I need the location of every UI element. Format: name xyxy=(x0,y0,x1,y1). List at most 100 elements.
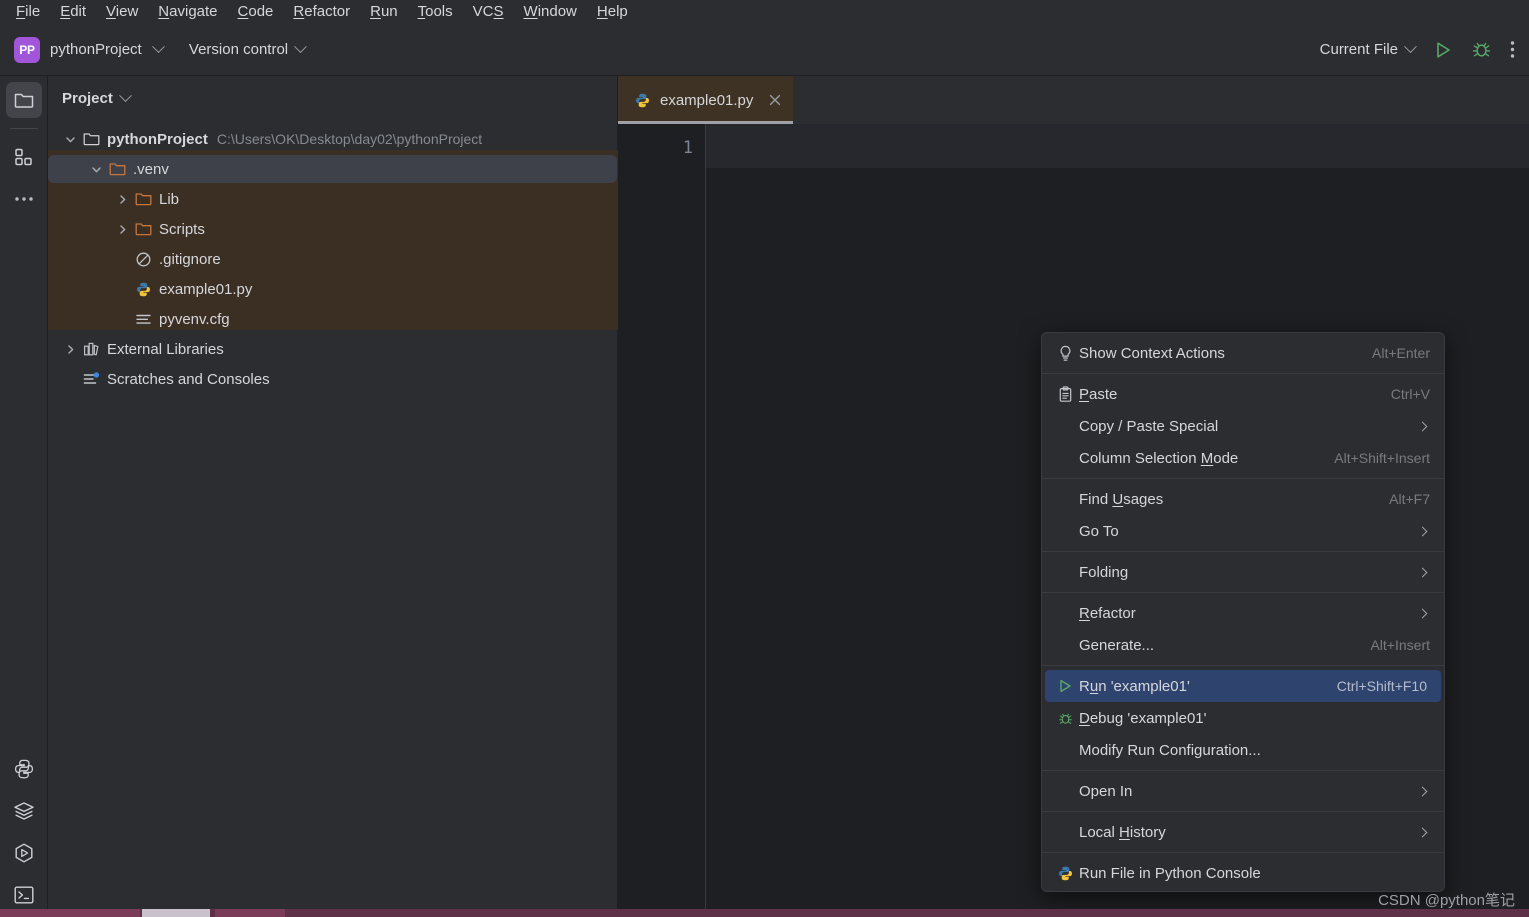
close-icon[interactable] xyxy=(767,92,783,108)
context-menu-item-run-example01[interactable]: Run 'example01' Ctrl+Shift+F10 xyxy=(1045,670,1441,702)
menubar-item-code[interactable]: Code xyxy=(228,0,284,24)
taskbar-item[interactable] xyxy=(0,909,140,917)
line-number: 1 xyxy=(682,138,693,158)
editor-tab-bar: example01.py xyxy=(618,76,1529,124)
tree-item-label: pyvenv.cfg xyxy=(159,310,230,328)
run-button[interactable] xyxy=(1433,40,1453,60)
run-tool-window-button[interactable] xyxy=(6,835,42,871)
tree-item-external-libraries[interactable]: External Libraries xyxy=(48,334,617,364)
activity-separator xyxy=(9,128,38,129)
chevron-right-icon xyxy=(1417,827,1428,837)
menubar-item-edit[interactable]: Edit xyxy=(50,0,96,24)
menubar-item-run[interactable]: Run xyxy=(360,0,408,24)
python-console-button[interactable] xyxy=(6,751,42,787)
context-menu-separator xyxy=(1042,665,1444,666)
context-menu-separator xyxy=(1042,592,1444,593)
tree-item-example01-py[interactable]: example01.py xyxy=(48,274,617,304)
project-tool-window: Project pythonProject C:\Users\OK\Desktop… xyxy=(48,76,618,917)
more-options-button[interactable] xyxy=(1510,40,1515,59)
lightbulb-icon xyxy=(1054,345,1076,362)
tree-item-venv[interactable]: .venv xyxy=(48,154,617,184)
debug-button[interactable] xyxy=(1471,39,1492,60)
context-menu-item-open-in[interactable]: Open In xyxy=(1042,775,1444,807)
toolbar-right-group: Current File xyxy=(1320,39,1529,60)
context-menu-item-shortcut: Alt+F7 xyxy=(1389,491,1430,507)
menubar-item-tools[interactable]: Tools xyxy=(408,0,463,24)
context-menu-item-column-selection-mode[interactable]: Column Selection Mode Alt+Shift+Insert xyxy=(1042,442,1444,474)
chevron-right-icon[interactable] xyxy=(62,341,78,357)
chevron-right-icon[interactable] xyxy=(114,221,130,237)
tree-item-pythonproject[interactable]: pythonProject C:\Users\OK\Desktop\day02\p… xyxy=(48,124,617,154)
tree-item-lib[interactable]: Lib xyxy=(48,184,617,214)
menubar-item-window[interactable]: Window xyxy=(514,0,587,24)
menubar-item-file[interactable]: File xyxy=(6,0,50,24)
tree-item-label: Scratches and Consoles xyxy=(107,370,270,388)
taskbar-item[interactable] xyxy=(215,909,285,917)
context-menu-item-label: Paste xyxy=(1079,385,1118,403)
menubar-item-refactor[interactable]: Refactor xyxy=(283,0,360,24)
run-configuration-selector[interactable]: Current File xyxy=(1320,40,1417,58)
editor-tab-example01-py[interactable]: example01.py xyxy=(618,76,794,124)
tree-item-scratches-and-consoles[interactable]: Scratches and Consoles xyxy=(48,364,617,394)
python-file-icon xyxy=(634,92,651,109)
os-taskbar xyxy=(0,909,1529,917)
context-menu-item-show-context-actions[interactable]: Show Context Actions Alt+Enter xyxy=(1042,337,1444,369)
context-menu-item-debug-example01[interactable]: Debug 'example01' xyxy=(1042,702,1444,734)
project-panel-header[interactable]: Project xyxy=(48,76,617,120)
project-tree: pythonProject C:\Users\OK\Desktop\day02\p… xyxy=(48,120,618,394)
more-tool-windows-button[interactable] xyxy=(6,181,42,217)
context-menu-separator xyxy=(1042,852,1444,853)
menubar-item-vcs[interactable]: VCS xyxy=(463,0,514,24)
tree-item-label: example01.py xyxy=(159,280,253,298)
chevron-right-icon xyxy=(1417,526,1428,536)
context-menu-separator xyxy=(1042,811,1444,812)
context-menu-item-copy-paste-special[interactable]: Copy / Paste Special xyxy=(1042,410,1444,442)
context-menu-item-label: Refactor xyxy=(1079,604,1136,622)
run-triangle-icon xyxy=(1054,678,1076,694)
tree-item-gitignore[interactable]: .gitignore xyxy=(48,244,617,274)
context-menu-separator xyxy=(1042,770,1444,771)
context-menu-item-run-file-in-python-console[interactable]: Run File in Python Console xyxy=(1042,857,1444,889)
context-menu-item-paste[interactable]: Paste Ctrl+V xyxy=(1042,378,1444,410)
clipboard-icon xyxy=(1054,385,1076,403)
chevron-down-icon[interactable] xyxy=(88,161,104,177)
project-name-button[interactable]: pythonProject xyxy=(50,40,165,58)
tree-item-scripts[interactable]: Scripts xyxy=(48,214,617,244)
context-menu-item-folding[interactable]: Folding xyxy=(1042,556,1444,588)
version-control-button[interactable]: Version control xyxy=(189,40,308,58)
structure-tool-window-button[interactable] xyxy=(6,139,42,175)
menubar-item-help[interactable]: Help xyxy=(587,0,638,24)
context-menu-item-generate[interactable]: Generate... Alt+Insert xyxy=(1042,629,1444,661)
folder-orange-icon xyxy=(134,220,152,238)
terminal-tool-window-button[interactable] xyxy=(6,877,42,913)
editor-tab-label: example01.py xyxy=(660,91,754,109)
tree-item-pyvenv-cfg[interactable]: pyvenv.cfg xyxy=(48,304,617,334)
activity-bar xyxy=(0,76,48,917)
project-tool-window-button[interactable] xyxy=(5,82,42,118)
debug-bug-icon xyxy=(1054,710,1076,727)
context-menu-item-local-history[interactable]: Local History xyxy=(1042,816,1444,848)
context-menu-item-modify-run-configuration[interactable]: Modify Run Configuration... xyxy=(1042,734,1444,766)
folder-orange-icon xyxy=(134,190,152,208)
context-menu-item-find-usages[interactable]: Find Usages Alt+F7 xyxy=(1042,483,1444,515)
context-menu-item-label: Find Usages xyxy=(1079,490,1164,508)
taskbar-item-active[interactable] xyxy=(142,909,210,917)
tree-item-label: Lib xyxy=(159,190,180,208)
folder-orange-icon xyxy=(108,160,126,178)
context-menu-item-label: Open In xyxy=(1079,782,1133,800)
library-icon xyxy=(82,340,100,358)
context-menu-item-label: Show Context Actions xyxy=(1079,344,1225,362)
menubar-item-view[interactable]: View xyxy=(96,0,148,24)
context-menu-item-label: Column Selection Mode xyxy=(1079,449,1239,467)
chevron-down-icon[interactable] xyxy=(62,131,78,147)
context-menu-item-refactor[interactable]: Refactor xyxy=(1042,597,1444,629)
editor-gutter[interactable]: 1 xyxy=(618,124,706,917)
pycharm-window: File Edit View Navigate Code Refactor Run Tools… xyxy=(0,0,1529,917)
menubar-item-navigate[interactable]: Navigate xyxy=(148,0,227,24)
context-menu-separator xyxy=(1042,373,1444,374)
context-menu-item-go-to[interactable]: Go To xyxy=(1042,515,1444,547)
context-menu-item-shortcut: Alt+Shift+Insert xyxy=(1334,450,1430,466)
python-packages-button[interactable] xyxy=(6,793,42,829)
editor-context-menu: Show Context Actions Alt+Enter Paste Ctrl+V… xyxy=(1041,332,1445,892)
chevron-right-icon[interactable] xyxy=(114,191,130,207)
